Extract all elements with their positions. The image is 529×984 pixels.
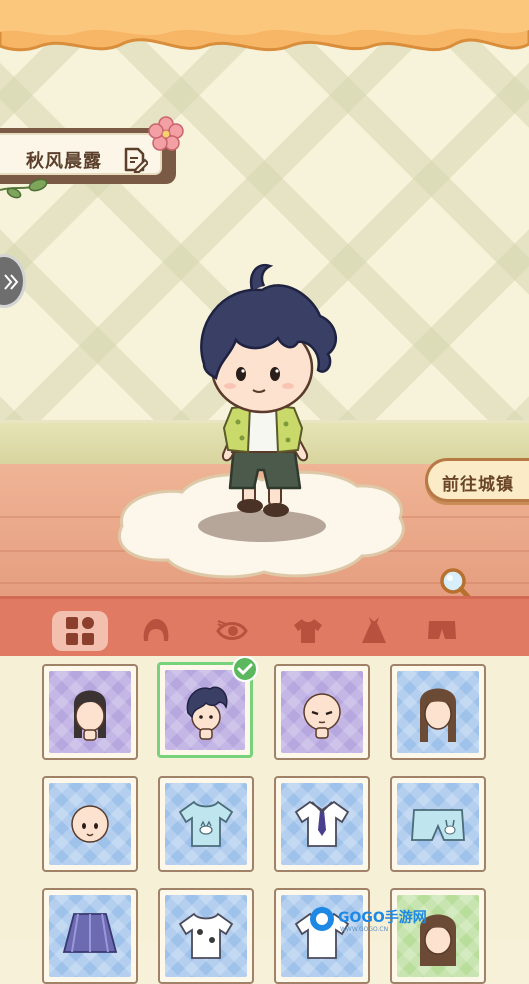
edit-name-icon[interactable] <box>122 147 148 173</box>
item-card-white-shirt-tie[interactable] <box>274 776 370 872</box>
shorts-icon <box>428 621 456 639</box>
bunny-shorts-icon <box>411 809 465 841</box>
tab-hair[interactable] <box>128 611 184 651</box>
watermark-logo: GOGO手游网 WWW.GOGO.CN <box>310 907 427 933</box>
tab-all[interactable] <box>52 611 108 651</box>
watermark-brand: GOGO手游网 <box>338 909 427 926</box>
side-panel-toggle-button[interactable] <box>0 254 26 308</box>
item-card-brown-hair-girl[interactable] <box>390 888 486 984</box>
character-avatar <box>117 263 405 579</box>
white-shirt-tie-icon <box>294 800 350 847</box>
spiky-navy-hair-icon <box>186 686 228 740</box>
blue-cat-tshirt-icon <box>178 800 234 847</box>
item-card-bald-face-smile[interactable] <box>42 776 138 872</box>
tab-bottoms[interactable] <box>414 611 470 651</box>
flower-icon <box>148 116 184 151</box>
item-card-long-dark-hair[interactable] <box>42 664 138 760</box>
fluffy-rug <box>117 470 405 579</box>
item-card-plaid-skirt[interactable] <box>42 888 138 984</box>
long-dark-hair-icon <box>74 690 106 741</box>
bald-face-smile-icon <box>71 805 109 843</box>
tab-dresses[interactable] <box>346 611 402 651</box>
goto-town-button[interactable]: 前往城镇 <box>425 458 529 502</box>
dress-icon <box>362 617 386 643</box>
eye-icon <box>216 620 248 640</box>
tab-tops[interactable] <box>280 611 336 651</box>
cat-pattern-top-icon <box>178 912 234 959</box>
magnifier-icon[interactable] <box>438 566 474 600</box>
item-card-cat-pattern-top[interactable] <box>158 888 254 984</box>
double-chevron-right-icon <box>4 274 19 290</box>
item-grid: GOGO手游网 WWW.GOGO.CN <box>0 656 529 984</box>
curtain-top <box>0 0 529 52</box>
bald-face-stern-icon <box>303 693 341 739</box>
category-tab-bar <box>0 596 529 656</box>
item-card-bald-face-stern[interactable] <box>274 664 370 760</box>
leaf-decoration-icon <box>0 178 48 199</box>
character-name: 秋风晨露 <box>26 151 102 172</box>
hair-icon <box>143 619 169 641</box>
selected-check-icon <box>232 656 258 682</box>
item-card-blue-cat-tshirt[interactable] <box>158 776 254 872</box>
long-brown-hair-icon <box>420 688 456 742</box>
watermark-url: WWW.GOGO.CN <box>340 926 388 933</box>
game-stage: 秋风晨露 前往城镇 <box>0 0 529 600</box>
plaid-skirt-icon <box>62 913 118 953</box>
goto-town-label: 前往城镇 <box>442 475 514 495</box>
shirt-icon <box>294 619 322 643</box>
item-card-white-top[interactable] <box>274 888 370 984</box>
grid-icon <box>66 617 94 645</box>
item-card-bunny-shorts[interactable] <box>390 776 486 872</box>
tab-eyes[interactable] <box>204 611 260 651</box>
item-card-long-brown-hair[interactable] <box>390 664 486 760</box>
